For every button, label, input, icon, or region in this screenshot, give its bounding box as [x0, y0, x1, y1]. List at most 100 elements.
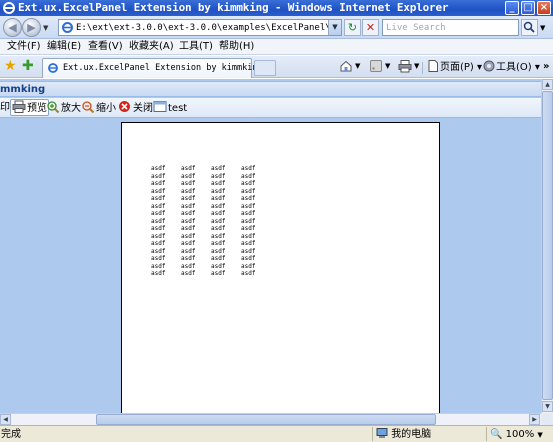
vertical-scrollbar[interactable]: ▲ ▼ — [541, 79, 553, 413]
forward-button[interactable]: ▶ — [22, 18, 41, 37]
stop-button[interactable]: ✕ — [362, 19, 379, 36]
page-menu-button[interactable]: 页面(P) ▾ — [426, 59, 482, 75]
security-zone-label: 我的电脑 — [391, 429, 432, 440]
grid-cell: asdf — [241, 225, 256, 232]
security-zone[interactable]: 我的电脑 — [376, 428, 431, 441]
grid-cell: asdf — [211, 270, 226, 277]
close-panel-button[interactable]: 关闭 — [118, 100, 153, 116]
grid-cell: asdf — [241, 232, 256, 240]
grid-cell: asdf — [151, 247, 166, 255]
grid-cell: asdf — [151, 180, 166, 187]
grid-cell: asdf — [241, 165, 256, 172]
page-menu-label: 页面(P) — [440, 62, 474, 73]
menu-bar: 文件(F) 编辑(E) 查看(V) 收藏夹(A) 工具(T) 帮助(H) — [0, 39, 553, 55]
zoom-out-icon — [82, 101, 95, 113]
horizontal-scrollbar[interactable]: ◀ ▶ — [0, 413, 541, 425]
grid-cell: asdf — [151, 232, 166, 240]
close-window-button[interactable]: × — [537, 1, 551, 15]
grid-cell: asdf — [241, 217, 256, 225]
separator — [422, 62, 423, 74]
search-options-icon[interactable]: ▼ — [540, 24, 545, 32]
home-dropdown-icon[interactable]: ▼ — [355, 59, 360, 74]
menu-help[interactable]: 帮助(H) — [219, 40, 254, 54]
panel-header: mmking — [0, 81, 541, 97]
print-dropdown-icon[interactable]: ▼ — [414, 59, 419, 74]
vertical-scroll-thumb[interactable] — [542, 91, 553, 400]
address-dropdown-icon[interactable]: ▼ — [328, 20, 341, 35]
grid-cell: asdf — [151, 165, 166, 172]
grid-cell: asdf — [181, 202, 196, 210]
feeds-dropdown-icon[interactable]: ▼ — [385, 59, 390, 74]
grid-cell: asdf — [151, 255, 166, 262]
zoom-level: 100% — [505, 429, 535, 440]
more-commands-icon[interactable]: » — [543, 59, 549, 74]
grid-cell: asdf — [241, 180, 256, 187]
scroll-right-icon[interactable]: ▶ — [529, 414, 540, 425]
rss-icon — [370, 60, 382, 72]
tab-active[interactable]: Ext.ux.ExcelPanel Extension by kimmking — [42, 58, 263, 78]
grid-cell: asdf — [181, 165, 196, 172]
history-dropdown-icon[interactable]: ▼ — [43, 24, 48, 32]
favorites-center-icon[interactable]: ★ — [4, 58, 17, 74]
grid-cell: asdf — [241, 195, 256, 202]
grid-cell: asdf — [151, 202, 166, 210]
grid-cell: asdf — [241, 270, 256, 277]
scroll-down-icon[interactable]: ▼ — [542, 401, 553, 412]
grid-cell: asdf — [181, 232, 196, 240]
close-icon — [119, 101, 130, 112]
search-button[interactable] — [521, 19, 538, 36]
scroll-left-icon[interactable]: ◀ — [0, 414, 11, 425]
address-input[interactable]: E:\ext\ext-3.0.0\ext-3.0.0\examples\Exce… — [76, 21, 328, 35]
zoom-control[interactable]: 🔍 100% ▼ — [490, 428, 543, 442]
grid-cell: asdf — [211, 210, 226, 217]
grid-cell: asdf — [211, 225, 226, 232]
grid-cell: asdf — [181, 172, 196, 180]
grid-cell: asdf — [181, 225, 196, 232]
tab-page-icon — [48, 63, 58, 73]
zoom-in-button[interactable]: 放大 — [46, 100, 81, 116]
grid-cell: asdf — [241, 255, 256, 262]
search-input[interactable]: Live Search — [386, 21, 446, 35]
page-icon — [62, 22, 73, 33]
back-button[interactable]: ◀ — [3, 18, 22, 37]
menu-tools[interactable]: 工具(T) — [179, 40, 213, 54]
menu-view[interactable]: 查看(V) — [88, 40, 123, 54]
grid-cell: asdf — [211, 240, 226, 247]
search-box[interactable]: Live Search — [382, 19, 519, 36]
tab-bar: ★ ✚ Ext.ux.ExcelPanel Extension by kimmk… — [0, 56, 553, 78]
scroll-up-icon[interactable]: ▲ — [542, 79, 553, 90]
maximize-button[interactable]: □ — [521, 1, 535, 15]
grid-cell: asdf — [151, 187, 166, 195]
menu-edit[interactable]: 编辑(E) — [47, 40, 81, 54]
home-button[interactable] — [339, 59, 353, 75]
grid-cell: asdf — [211, 247, 226, 255]
new-tab-button[interactable] — [254, 60, 276, 76]
horizontal-scroll-thumb[interactable] — [96, 414, 436, 425]
zoom-icon: 🔍 — [490, 429, 503, 440]
preview-button[interactable]: 预览 — [10, 99, 49, 116]
feeds-button[interactable] — [369, 59, 383, 75]
grid-cell: asdf — [151, 195, 166, 202]
grid-cell: asdf — [151, 217, 166, 225]
zoom-out-button[interactable]: 缩小 — [81, 100, 116, 116]
grid-cell: asdf — [211, 255, 226, 262]
menu-favorites[interactable]: 收藏夹(A) — [129, 40, 174, 54]
test-button[interactable]: test — [153, 100, 187, 116]
grid-cell: asdf — [181, 187, 196, 195]
tools-menu-label: 工具(O) — [496, 62, 532, 73]
address-bar[interactable]: E:\ext\ext-3.0.0\ext-3.0.0\examples\Exce… — [58, 19, 342, 36]
separator — [486, 427, 487, 441]
add-favorite-icon[interactable]: ✚ — [22, 58, 34, 74]
grid-cell: asdf — [241, 262, 256, 270]
separator — [372, 427, 373, 441]
grid-cell: asdf — [211, 217, 226, 225]
tools-menu-button[interactable]: 工具(O) ▾ — [482, 59, 540, 75]
grid-cell: asdf — [151, 210, 166, 217]
menu-file[interactable]: 文件(F) — [7, 40, 41, 54]
grid-cell: asdf — [181, 195, 196, 202]
print-toolbar-button[interactable]: 印 — [0, 100, 10, 116]
minimize-button[interactable]: _ — [505, 1, 519, 15]
refresh-button[interactable]: ↻ — [344, 19, 361, 36]
close-label: 关闭 — [133, 103, 153, 114]
print-button[interactable] — [398, 59, 412, 75]
